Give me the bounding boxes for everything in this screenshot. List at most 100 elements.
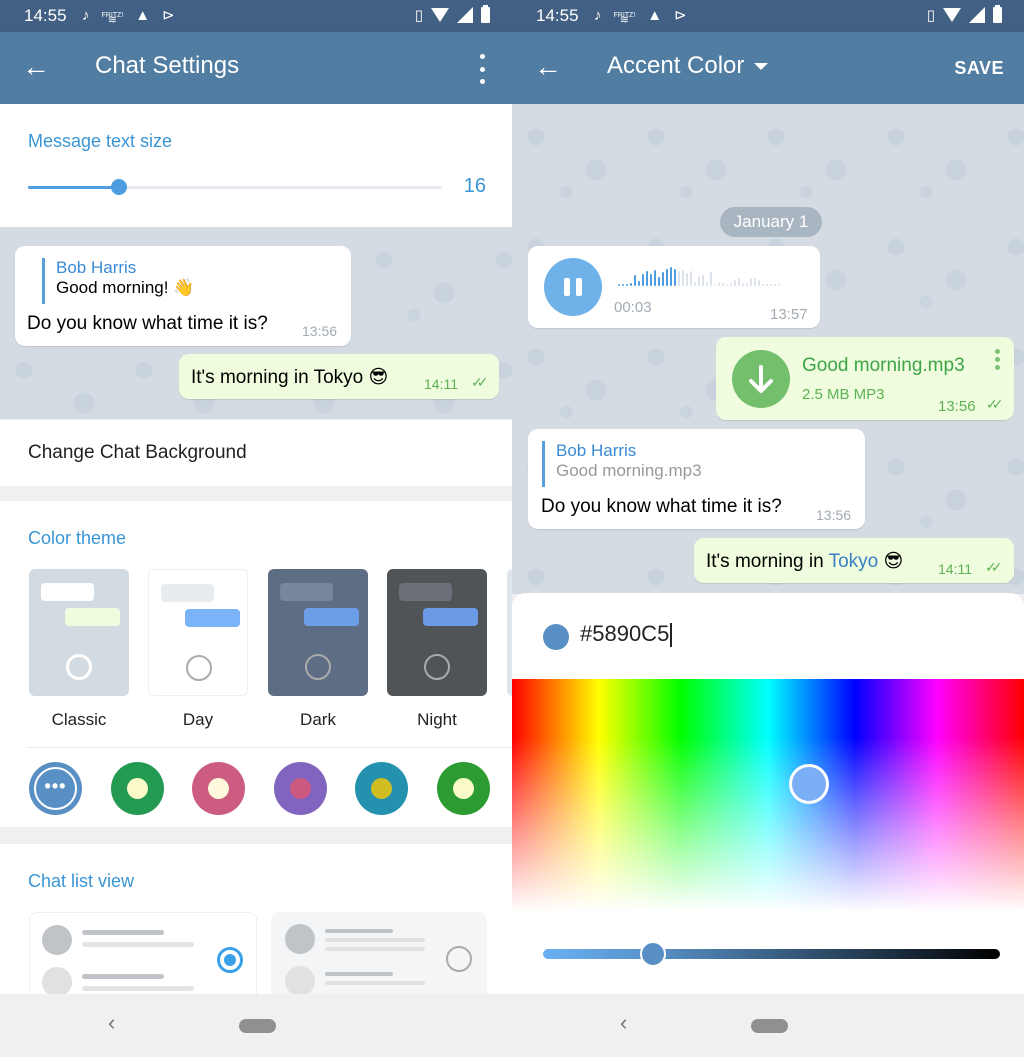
outgoing-message: It's morning in Tokyo 😎 14:11 ✓✓ [694,538,1014,583]
accent-color-pink[interactable] [192,762,245,815]
waveform-bar [702,275,704,286]
color-theme-section: Color theme Classic Day Dark Night ••• [0,501,512,827]
text-caret [670,623,673,648]
waveform-bar [622,284,624,286]
message-time: 13:57 [770,306,808,323]
save-button[interactable]: SAVE [954,58,1004,79]
waveform-bar [750,278,752,286]
accent-inner [208,778,229,799]
voice-duration: 00:03 [614,299,652,316]
theme-tile-night[interactable] [387,569,487,696]
waveform-bar [714,284,716,286]
status-bar: 14:55 ♪ FRITZ! ≋ ▲ ⊳ ▯ [0,0,512,32]
fritz-wifi-icon: FRITZ! ≋ [101,11,124,26]
back-arrow-icon[interactable]: ← [22,52,50,82]
chat-preview: Bob Harris Good morning! 👋 Do you know w… [0,227,512,419]
color-preview-dot [543,624,569,650]
brightness-slider-thumb[interactable] [639,941,666,967]
app-bar: ← Chat Settings [0,32,512,104]
line-placeholder [325,938,425,942]
date-badge: January 1 [720,207,822,237]
line-placeholder [325,981,425,985]
reply-author: Bob Harris [56,258,137,277]
accent-color-light-green[interactable] [436,762,490,815]
accent-color-dropdown[interactable]: Accent Color [607,52,769,80]
radio-unselected[interactable] [305,654,331,680]
more-options-icon[interactable] [472,54,492,84]
reply-text: Good morning! 👋 [56,278,195,297]
accent-inner [452,778,474,799]
system-nav-bar: ‹ [0,994,512,1057]
nav-home-pill[interactable] [239,1019,276,1033]
waveform-bar [746,283,748,286]
bubble-preview-incoming [280,583,333,601]
brightness-slider[interactable] [543,941,1000,967]
message-time: 13:56 [816,507,852,523]
message-link[interactable]: Tokyo [829,551,879,572]
status-time: 14:55 [24,6,67,25]
radio-unselected[interactable] [186,655,212,681]
file-name: Good morning.mp3 [802,355,965,376]
message-text: It's morning in Tokyo 😎 [191,367,389,388]
hex-color-input[interactable]: #5890C5 [580,621,780,648]
radio-unselected[interactable] [424,654,450,680]
nav-back-icon[interactable]: ‹ [620,1010,627,1036]
text-size-slider-fill [28,186,120,189]
message-text: Do you know what time it is? [27,313,268,334]
pause-icon-bar [564,278,570,296]
bubble-preview-outgoing [423,608,478,626]
voice-waveform[interactable] [618,266,780,286]
color-spectrum[interactable] [512,679,1024,912]
waveform-bar [754,278,756,286]
file-menu-icon[interactable] [995,349,1000,370]
color-theme-title: Color theme [28,528,127,548]
theme-label: Day [182,710,214,729]
change-chat-background-button[interactable]: Change Chat Background [0,420,512,486]
back-arrow-icon[interactable]: ← [534,52,562,82]
avatar-placeholder [42,967,72,997]
reply-quote: Bob Harris Good morning! 👋 [42,258,194,304]
spectrum-thumb[interactable] [788,763,829,804]
waveform-bar [690,271,692,286]
message-time: 13:56 [302,323,338,339]
battery-icon [481,5,490,25]
waveform-bar [698,276,700,286]
text-size-slider[interactable] [28,179,442,195]
theme-tile-day[interactable] [148,569,248,696]
read-ticks-icon: ✓✓ [985,559,1003,575]
vibrate-icon: ▯ [926,7,935,24]
line-placeholder [82,930,164,935]
chat-list-view-title: Chat list view [28,871,135,891]
nav-back-icon[interactable]: ‹ [108,1010,115,1036]
waveform-bar [682,270,684,286]
line-placeholder [82,974,164,979]
accent-color-teal[interactable] [355,762,408,815]
message-time: 13:56 [938,398,976,415]
section-gap [0,486,512,501]
warning-icon: ▲ [647,6,663,24]
theme-tile-classic[interactable] [29,569,129,696]
waveform-bar [734,280,736,286]
theme-tile-dark[interactable] [268,569,368,696]
download-button[interactable] [732,350,790,408]
message-time: 14:11 [938,561,972,577]
divider [26,747,512,748]
accent-color-purple[interactable] [273,762,327,815]
wifi-icon [943,5,961,25]
accent-color-custom[interactable]: ••• [29,762,82,815]
radio-selected[interactable] [217,947,243,973]
pause-button[interactable] [544,258,602,316]
waveform-bar [646,271,648,286]
check-flag-icon: ⊳ [674,7,687,24]
dropdown-caret-icon [754,63,769,71]
text-size-slider-thumb[interactable] [111,179,128,195]
accent-color-green[interactable] [110,762,164,815]
color-picker-panel: #5890C5 [512,593,1024,994]
waveform-bar [654,270,656,286]
waveform-bar [670,267,672,286]
bubble-preview-outgoing [304,608,359,626]
radio-unselected[interactable] [446,946,472,972]
nav-home-pill[interactable] [751,1019,788,1033]
waveform-bar [634,275,636,286]
radio-selected[interactable] [66,654,92,680]
